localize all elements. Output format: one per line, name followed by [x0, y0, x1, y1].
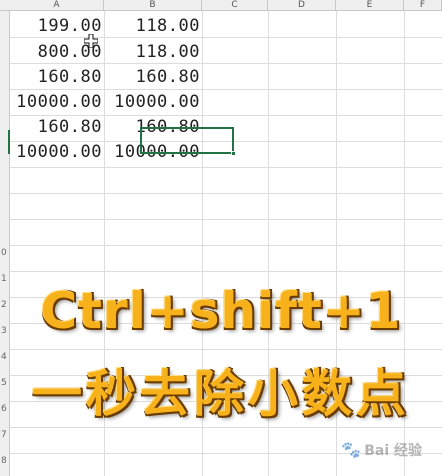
- column-header-bar: A B C D E F: [0, 0, 442, 11]
- cell-a5[interactable]: 160.80: [12, 114, 102, 140]
- cell-a6[interactable]: 10000.00: [12, 139, 102, 165]
- watermark-text: Bai 经验: [364, 443, 422, 459]
- row-number[interactable]: 0: [0, 240, 10, 266]
- cell-b1[interactable]: 118.00: [104, 13, 200, 39]
- cell-b4[interactable]: 10000.00: [104, 89, 200, 115]
- cell-b2[interactable]: 118.00: [104, 39, 200, 65]
- fill-handle[interactable]: [231, 151, 236, 156]
- watermark-logo: 🐾 Bai 经验: [341, 440, 422, 460]
- cell-a3[interactable]: 160.80: [12, 64, 102, 90]
- selection-box[interactable]: [140, 127, 236, 156]
- cell-b3[interactable]: 160.80: [104, 64, 200, 90]
- column-header-f[interactable]: F: [404, 0, 442, 11]
- active-row-indicator: [8, 130, 10, 154]
- overlay-caption-text: 一秒去除小数点: [32, 365, 410, 423]
- grid-line: [10, 219, 442, 220]
- column-header-c[interactable]: C: [202, 0, 268, 11]
- grid-line: [10, 245, 442, 246]
- crosshair-cursor-icon: [84, 34, 98, 48]
- paw-icon: 🐾: [341, 440, 362, 459]
- column-header-b[interactable]: B: [104, 0, 202, 11]
- grid-line: [10, 271, 442, 272]
- column-header-e[interactable]: E: [336, 0, 404, 11]
- column-header-a[interactable]: A: [10, 0, 104, 11]
- grid-line: [10, 167, 442, 168]
- cell-a4[interactable]: 10000.00: [12, 89, 102, 115]
- grid-line: [10, 349, 442, 350]
- overlay-shortcut-text: Ctrl+shift+1: [40, 282, 402, 340]
- grid-line: [10, 427, 442, 428]
- row-number[interactable]: 8: [0, 448, 10, 474]
- column-header-d[interactable]: D: [268, 0, 336, 11]
- grid-line: [10, 193, 442, 194]
